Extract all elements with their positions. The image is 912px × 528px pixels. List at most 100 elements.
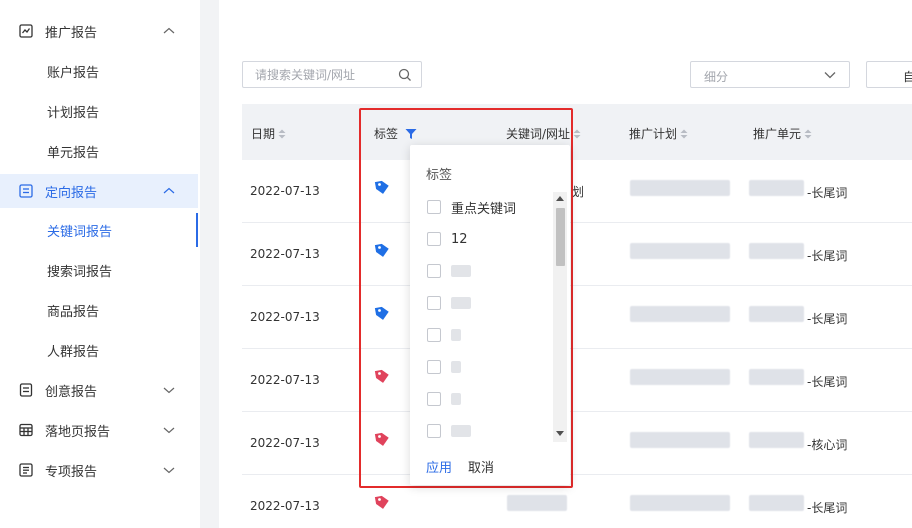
sidebar-item-label: 落地页报告	[45, 424, 111, 440]
custom-column-button[interactable]: 自	[866, 61, 912, 88]
sort-icon[interactable]	[278, 129, 286, 139]
sidebar-group-targeting-report[interactable]: 定向报告	[0, 174, 198, 208]
column-header-label: 推广单元	[753, 127, 802, 141]
cell-campaign-redacted	[630, 369, 730, 385]
chart-report-icon	[19, 24, 33, 38]
tag-option-redacted	[451, 329, 461, 341]
cell-unit: -长尾词	[807, 312, 848, 326]
cancel-button[interactable]: 取消	[468, 457, 494, 476]
sidebar-item-label: 搜索词报告	[47, 264, 113, 280]
custom-column-button-label: 自	[903, 70, 912, 84]
chevron-down-icon	[163, 387, 175, 394]
tag-filter-title: 标签	[426, 168, 453, 183]
cell-campaign-redacted	[630, 432, 730, 448]
cell-unit-redacted	[749, 243, 804, 259]
tag-filter-footer: 应用 取消	[426, 457, 494, 476]
tag-option[interactable]: 12	[427, 229, 468, 249]
cell-campaign-redacted	[630, 306, 730, 322]
cell-date: 2022-07-13	[250, 184, 320, 198]
sort-icon[interactable]	[573, 129, 581, 139]
table-row: 2022-07-13 -长尾词	[242, 349, 912, 412]
cell-date: 2022-07-13	[250, 373, 320, 387]
cell-unit-redacted	[749, 432, 804, 448]
sort-icon[interactable]	[804, 129, 812, 139]
sidebar-item-audience-report[interactable]: 人群报告	[0, 333, 198, 367]
tag-option-redacted	[451, 425, 471, 437]
search-icon[interactable]	[398, 68, 412, 82]
sidebar-item-keyword-report[interactable]: 关键词报告	[0, 213, 198, 247]
checkbox[interactable]	[427, 296, 441, 310]
sidebar-item-label: 专项报告	[45, 464, 98, 480]
breakdown-select-value: 细分	[704, 70, 729, 84]
tag-option[interactable]	[427, 261, 471, 281]
cell-unit: -长尾词	[807, 501, 848, 515]
tag-option-redacted	[451, 265, 471, 277]
sidebar-group-promotion-report[interactable]: 推广报告	[0, 14, 198, 48]
sidebar: 推广报告 账户报告 计划报告 单元报告 定向报告 关键词报告 搜索词报告 商品报…	[0, 0, 200, 528]
tag-option-label: 12	[451, 231, 468, 247]
column-header-ad-group[interactable]: 推广单元	[753, 125, 812, 142]
table-row: 2022-07-13 -长尾词	[242, 475, 912, 528]
cell-date: 2022-07-13	[250, 310, 320, 324]
column-header-date[interactable]: 日期	[251, 125, 286, 142]
tag-filter-dropdown: 标签 重点关键词 12 应用 取消	[410, 145, 570, 485]
checkbox[interactable]	[427, 360, 441, 374]
sidebar-item-plan-report[interactable]: 计划报告	[0, 94, 198, 128]
sidebar-item-label: 单元报告	[47, 145, 100, 161]
tag-option[interactable]	[427, 389, 461, 409]
tag-option[interactable]	[427, 325, 461, 345]
cell-unit: -长尾词	[807, 249, 848, 263]
special-report-icon	[19, 463, 33, 477]
tag-option-label: 重点关键词	[451, 201, 517, 217]
tag-option[interactable]	[427, 357, 461, 377]
column-header-campaign[interactable]: 推广计划	[629, 125, 688, 142]
cell-campaign-redacted	[630, 180, 730, 196]
cell-date: 2022-07-13	[250, 247, 320, 261]
sidebar-item-label: 商品报告	[47, 304, 100, 320]
scroll-up-icon[interactable]	[556, 196, 564, 201]
sidebar-item-unit-report[interactable]: 单元报告	[0, 134, 198, 168]
checkbox[interactable]	[427, 424, 441, 438]
sidebar-group-creative-report[interactable]: 创意报告	[0, 373, 198, 407]
landing-page-icon	[19, 423, 33, 437]
tag-icon[interactable]	[373, 494, 391, 512]
breakdown-select[interactable]: 细分	[690, 61, 850, 88]
column-header-label: 推广计划	[629, 127, 678, 141]
tag-option-redacted	[451, 361, 461, 373]
table-row: 2022-07-13 -长尾词	[242, 223, 912, 286]
chevron-up-icon	[163, 27, 175, 34]
sidebar-item-search-term-report[interactable]: 搜索词报告	[0, 253, 198, 287]
target-report-icon	[19, 184, 33, 198]
cell-unit-redacted	[749, 369, 804, 385]
sidebar-group-special-report[interactable]: 专项报告	[0, 453, 198, 487]
tag-option[interactable]	[427, 421, 471, 441]
checkbox[interactable]	[427, 392, 441, 406]
checkbox[interactable]	[427, 232, 441, 246]
sort-icon[interactable]	[680, 129, 688, 139]
sidebar-item-product-report[interactable]: 商品报告	[0, 293, 198, 327]
scroll-down-icon[interactable]	[556, 431, 564, 436]
search-input[interactable]	[255, 66, 395, 84]
checkbox[interactable]	[427, 200, 441, 214]
table-row: 2022-07-13 划 -长尾词	[242, 160, 912, 223]
checkbox[interactable]	[427, 328, 441, 342]
tag-option[interactable]	[427, 293, 471, 313]
cell-date: 2022-07-13	[250, 436, 320, 450]
scroll-thumb[interactable]	[556, 208, 565, 266]
checkbox[interactable]	[427, 264, 441, 278]
table-header: 日期 标签 关键词/网址 推广计划 推广单元	[242, 104, 912, 160]
tag-option[interactable]: 重点关键词	[427, 197, 516, 217]
cell-unit-redacted	[749, 306, 804, 322]
keyword-search-box[interactable]	[242, 61, 422, 88]
apply-button[interactable]: 应用	[426, 457, 452, 476]
sidebar-item-account-report[interactable]: 账户报告	[0, 54, 198, 88]
cell-unit: -核心词	[807, 438, 848, 452]
chevron-up-icon	[163, 187, 175, 194]
chevron-down-icon	[824, 72, 836, 79]
cell-campaign-redacted	[630, 243, 730, 259]
tag-filter-options: 重点关键词 12	[410, 193, 554, 443]
creative-report-icon	[19, 383, 33, 397]
chevron-down-icon	[163, 467, 175, 474]
sidebar-group-landing-page-report[interactable]: 落地页报告	[0, 413, 198, 447]
scrollbar[interactable]	[553, 192, 567, 442]
